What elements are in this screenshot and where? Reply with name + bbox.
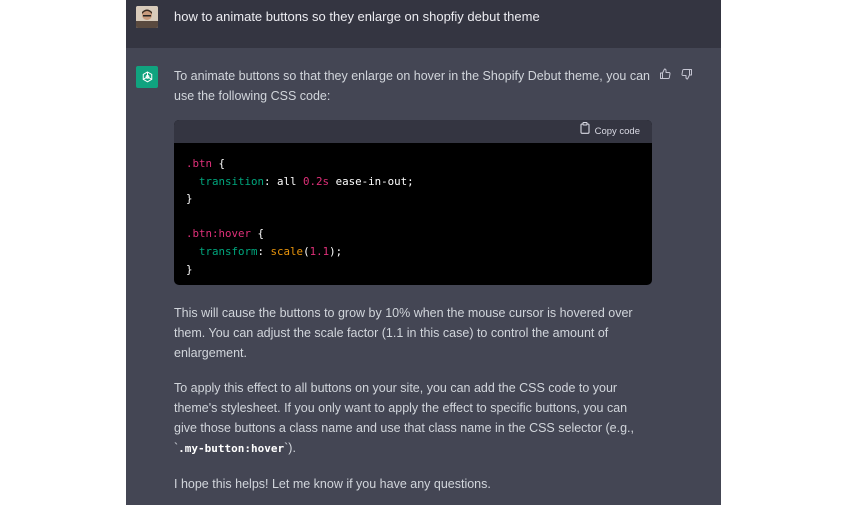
code-token: transition [199, 174, 265, 188]
assistant-message-row: To animate buttons so that they enlarge … [126, 48, 721, 505]
thumbs-up-icon[interactable] [659, 68, 671, 80]
code-token: ); [329, 244, 343, 258]
copy-code-button[interactable]: Copy code [580, 121, 640, 142]
assistant-paragraph-3: To apply this effect to all buttons on y… [174, 378, 652, 459]
code-token: ease-in-out; [329, 174, 414, 188]
code-token: transform [199, 244, 258, 258]
code-token: 0.2s [303, 174, 330, 188]
code-token: .btn [186, 157, 213, 170]
copy-code-label: Copy code [594, 125, 640, 137]
feedback-buttons [659, 68, 693, 80]
code-content: .btn { transition: all 0.2s ease-in-out;… [174, 143, 652, 285]
code-token: { [251, 227, 265, 241]
assistant-message-content: To animate buttons so that they enlarge … [174, 66, 652, 509]
user-message-row: how to animate buttons so they enlarge o… [126, 0, 721, 48]
chat-thread: how to animate buttons so they enlarge o… [126, 0, 721, 505]
code-token: } [186, 192, 193, 206]
assistant-paragraph-2: This will cause the buttons to grow by 1… [174, 306, 633, 360]
user-message-text: how to animate buttons so they enlarge o… [174, 9, 540, 24]
clipboard-icon [580, 121, 590, 142]
code-token: : [257, 244, 271, 258]
paragraph-3-end: `). [284, 441, 296, 455]
code-token: 1.1 [309, 244, 330, 258]
code-token: { [212, 157, 226, 170]
assistant-paragraph-4: I hope this helps! Let me know if you ha… [174, 477, 491, 491]
avatar [136, 6, 158, 28]
code-token: scale [270, 244, 304, 258]
code-token: } [186, 262, 193, 276]
assistant-intro-text: To animate buttons so that they enlarge … [174, 69, 650, 103]
inline-code: .my-button:hover [178, 442, 285, 455]
code-block-header: Copy code [174, 120, 652, 143]
code-token: .btn:hover [186, 227, 252, 241]
openai-logo-icon [136, 66, 158, 88]
code-token: : all [264, 174, 304, 188]
thumbs-down-icon[interactable] [681, 68, 693, 80]
code-block: Copy code .btn { transition: all 0.2s ea… [174, 120, 652, 285]
